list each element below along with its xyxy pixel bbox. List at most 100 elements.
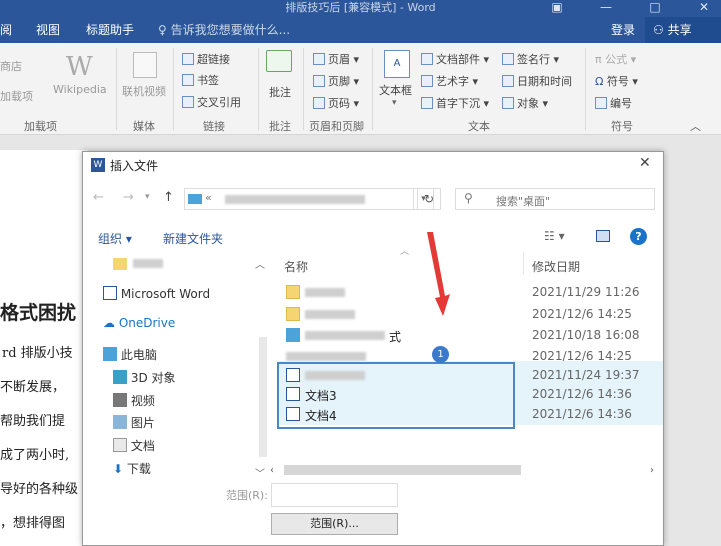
nav-item-word[interactable]: Microsoft Word <box>103 286 210 301</box>
page-number-button[interactable]: 页码 ▾ <box>313 95 359 111</box>
addins-store-button[interactable]: 商店 <box>0 58 22 74</box>
file-date: 2021/12/6 14:36 <box>532 407 632 421</box>
file-row-selected[interactable]: 2021/11/24 19:37 <box>283 365 663 385</box>
preview-pane-icon[interactable] <box>596 230 610 242</box>
bookmark-label: 书签 <box>197 74 219 87</box>
folder-icon <box>286 285 300 299</box>
number-label: 编号 <box>610 97 632 110</box>
textbox-button[interactable]: 文本框 <box>379 82 412 98</box>
nav-item-3d-objects[interactable]: 3D 对象 <box>113 369 176 386</box>
nav-scrollbar[interactable] <box>259 337 267 457</box>
nav-item-blurred[interactable] <box>133 259 163 268</box>
file-row[interactable]: 2021/11/29 11:26 <box>283 282 663 302</box>
address-bar[interactable]: « <box>184 188 414 210</box>
symbol-button[interactable]: Ω 符号 ▾ <box>595 73 638 89</box>
close-icon[interactable]: ✕ <box>639 155 651 171</box>
up-icon[interactable]: ↑ <box>163 190 174 205</box>
bookmark-button[interactable]: 书签 <box>182 72 219 88</box>
organize-button[interactable]: 组织 ▾ <box>98 230 132 247</box>
signature-line-button[interactable]: 签名行 ▾ <box>502 51 559 67</box>
tab-title-helper[interactable]: 标题助手 <box>86 17 134 43</box>
dropcap-button[interactable]: 首字下沉 ▾ <box>421 95 489 111</box>
file-row[interactable]: 2021/12/6 14:25 <box>283 304 663 324</box>
file-date: 2021/11/24 19:37 <box>532 368 640 382</box>
footer-icon <box>313 75 325 87</box>
comment-button[interactable]: 批注 <box>269 84 291 100</box>
close-window-button[interactable]: ✕ <box>686 0 721 17</box>
nav-label: 3D 对象 <box>130 371 176 385</box>
group-addins: 加载项 <box>24 120 57 133</box>
range-button[interactable]: 范围(R)... <box>271 513 398 535</box>
scroll-right-icon[interactable]: › <box>650 465 654 476</box>
group-links: 链接 <box>203 120 225 133</box>
word-doc-icon <box>286 368 300 382</box>
tell-me-box[interactable]: ♀ 告诉我您想要做什么... <box>158 17 290 43</box>
recent-chevron-icon[interactable]: ▾ <box>145 192 150 202</box>
column-name[interactable]: 名称 <box>284 258 308 275</box>
crossref-button[interactable]: 交叉引用 <box>182 94 241 110</box>
chevron-down-icon[interactable]: ﹀ <box>255 465 265 480</box>
number-button[interactable]: 编号 <box>595 95 632 111</box>
share-button[interactable]: ⚇ 共享 <box>645 17 721 43</box>
minimize-button[interactable]: — <box>588 0 624 17</box>
file-date: 2021/12/6 14:36 <box>532 387 632 401</box>
wikipedia-button[interactable]: Wikipedia <box>53 83 107 96</box>
ribbon-tabs: 阅 视图 标题助手 ♀ 告诉我您想要做什么... 登录 ⚇ 共享 <box>0 17 721 43</box>
separator <box>258 48 259 130</box>
chevron-up-icon[interactable]: ︿ <box>255 256 265 271</box>
footer-button[interactable]: 页脚 ▾ <box>313 73 359 89</box>
organize-label: 组织 <box>98 232 123 246</box>
nav-item-pictures[interactable]: 图片 <box>113 414 155 431</box>
horizontal-scrollbar[interactable] <box>284 465 521 475</box>
nav-item-documents[interactable]: 文档 <box>113 437 155 454</box>
ribbon-display-icon[interactable]: ▣ <box>539 0 575 17</box>
nav-item-onedrive[interactable]: ☁ OneDrive <box>103 316 175 330</box>
object-button[interactable]: 对象 ▾ <box>502 95 548 111</box>
word-icon: W <box>91 158 105 172</box>
hyperlink-button[interactable]: 超链接 <box>182 51 230 67</box>
share-label: 共享 <box>667 23 692 37</box>
forward-icon[interactable]: → <box>123 190 134 205</box>
document-icon <box>113 438 127 452</box>
file-row-selected[interactable]: 文档3 2021/12/6 14:36 <box>283 384 663 404</box>
nav-item-downloads[interactable]: ⬇ 下载 <box>113 460 151 477</box>
online-video-button[interactable]: 联机视频 <box>122 83 166 99</box>
cube-icon <box>113 370 127 384</box>
search-placeholder: 搜索"桌面" <box>496 195 551 208</box>
nav-item-this-pc[interactable]: 此电脑 <box>103 346 157 363</box>
my-addins-button[interactable]: 加载项 <box>0 88 33 104</box>
wordart-button[interactable]: 艺术字 ▾ <box>421 73 478 89</box>
new-comment-icon <box>266 50 292 72</box>
view-options-icon[interactable]: ☷ ▾ <box>544 229 565 243</box>
quick-parts-button[interactable]: 文档部件 ▾ <box>421 51 489 67</box>
login-link[interactable]: 登录 <box>611 17 635 43</box>
wordart-label: 艺术字 <box>436 75 469 88</box>
column-divider[interactable] <box>523 252 524 274</box>
equation-label: 公式 <box>605 53 628 66</box>
nav-label: 此电脑 <box>120 348 157 362</box>
column-date[interactable]: 修改日期 <box>532 258 580 275</box>
separator <box>173 48 174 130</box>
refresh-icon[interactable]: ↻ <box>417 188 441 210</box>
file-row[interactable]: 式 2021/10/18 16:08 <box>283 325 663 345</box>
picture-icon <box>113 415 127 429</box>
header-button[interactable]: 页眉 ▾ <box>313 51 359 67</box>
new-folder-button[interactable]: 新建文件夹 <box>163 230 223 247</box>
maximize-button[interactable]: □ <box>637 0 673 17</box>
search-box[interactable]: ⚲ 搜索"桌面" <box>455 188 655 210</box>
back-icon[interactable]: ← <box>93 190 104 205</box>
collapse-ribbon-icon[interactable]: ︿ <box>690 118 701 134</box>
nav-label: 文档 <box>130 439 155 453</box>
tab-review[interactable]: 阅 <box>0 17 12 43</box>
equation-button[interactable]: π 公式 ▾ <box>595 51 636 67</box>
tab-view[interactable]: 视图 <box>36 17 60 43</box>
doc-line: ，想排得图 <box>0 516 66 531</box>
date-time-button[interactable]: 日期和时间 <box>502 73 572 89</box>
help-icon[interactable]: ? <box>630 228 647 245</box>
file-row-selected[interactable]: 文档4 2021/12/6 14:36 <box>283 404 663 424</box>
file-name-blurred <box>305 331 385 340</box>
breadcrumb-overflow-icon: « <box>205 191 212 204</box>
scroll-left-icon[interactable]: ‹ <box>270 465 274 476</box>
range-input[interactable] <box>271 483 398 507</box>
nav-item-videos[interactable]: 视频 <box>113 392 155 409</box>
